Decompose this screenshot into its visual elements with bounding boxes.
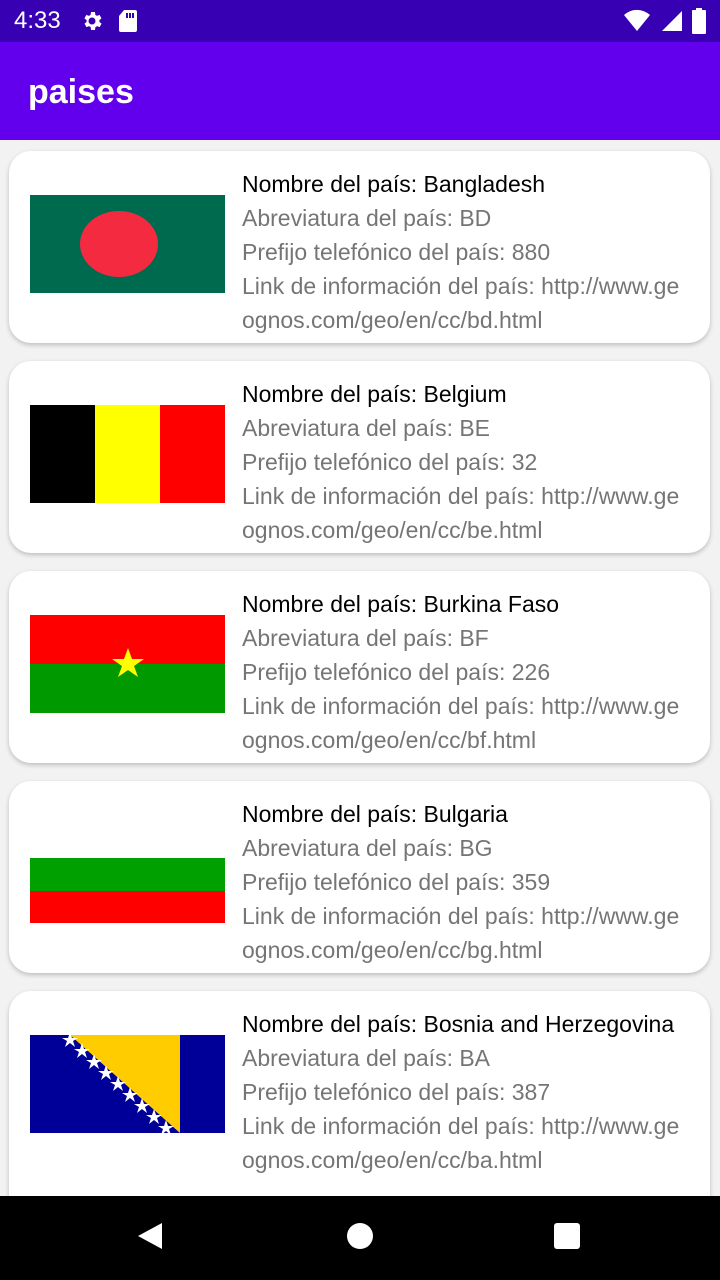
country-info-link[interactable]: Link de información del país: http://www…	[242, 479, 690, 547]
country-name: Nombre del país: Bulgaria	[242, 801, 508, 827]
country-info-link[interactable]: Link de información del país: http://www…	[242, 269, 690, 337]
sd-card-icon	[118, 9, 138, 38]
country-card[interactable]: Nombre del país: Burkina Faso Abreviatur…	[9, 571, 710, 763]
home-button[interactable]	[310, 1196, 410, 1280]
country-card[interactable]: Nombre del país: Belgium Abreviatura del…	[9, 361, 710, 553]
country-abbreviation: Abreviatura del país: BE	[242, 415, 491, 441]
battery-icon	[692, 8, 706, 39]
country-abbreviation: Abreviatura del país: BA	[242, 1045, 491, 1071]
app-title: paises	[28, 73, 134, 111]
country-name: Nombre del país: Belgium	[242, 381, 507, 407]
country-abbreviation: Abreviatura del país: BF	[242, 625, 489, 651]
country-phone-prefix: Prefijo telefónico del país: 226	[242, 659, 551, 685]
country-phone-prefix: Prefijo telefónico del país: 387	[242, 1079, 551, 1105]
country-info-link[interactable]: Link de información del país: http://www…	[242, 689, 690, 757]
back-button[interactable]	[100, 1196, 200, 1280]
burkina-faso-flag	[30, 615, 225, 713]
settings-gear-icon	[80, 9, 104, 38]
app-bar: paises	[0, 42, 720, 140]
country-info-link[interactable]: Link de información del país: http://www…	[242, 1109, 690, 1177]
country-phone-prefix: Prefijo telefónico del país: 359	[242, 869, 551, 895]
country-phone-prefix: Prefijo telefónico del país: 32	[242, 449, 538, 475]
home-circle-icon	[346, 1222, 374, 1255]
status-time: 4:33	[14, 7, 61, 34]
country-name: Nombre del país: Burkina Faso	[242, 591, 560, 617]
bulgaria-flag	[30, 825, 225, 923]
country-card[interactable]: Nombre del país: Bosnia and Herzegovina …	[9, 991, 710, 1196]
wifi-icon	[624, 9, 650, 38]
country-name: Nombre del país: Bosnia and Herzegovina	[242, 1011, 675, 1037]
country-phone-prefix: Prefijo telefónico del país: 880	[242, 239, 551, 265]
status-bar: 4:33	[0, 0, 720, 42]
cell-signal-icon	[660, 9, 682, 38]
recents-square-icon	[553, 1222, 581, 1255]
country-list[interactable]: Nombre del país: Bangladesh Abreviatura …	[0, 140, 720, 1196]
country-abbreviation: Abreviatura del país: BG	[242, 835, 493, 861]
country-name: Nombre del país: Bangladesh	[242, 171, 546, 197]
navigation-bar	[0, 1196, 720, 1280]
country-card[interactable]: Nombre del país: Bulgaria Abreviatura de…	[9, 781, 710, 973]
country-info-link[interactable]: Link de información del país: http://www…	[242, 899, 690, 967]
country-abbreviation: Abreviatura del país: BD	[242, 205, 492, 231]
bosnia-herzegovina-flag	[30, 1035, 225, 1133]
recents-button[interactable]	[517, 1196, 617, 1280]
back-triangle-icon	[136, 1221, 164, 1256]
belgium-flag	[30, 405, 225, 503]
bangladesh-flag	[30, 195, 225, 293]
country-card[interactable]: Nombre del país: Bangladesh Abreviatura …	[9, 151, 710, 343]
